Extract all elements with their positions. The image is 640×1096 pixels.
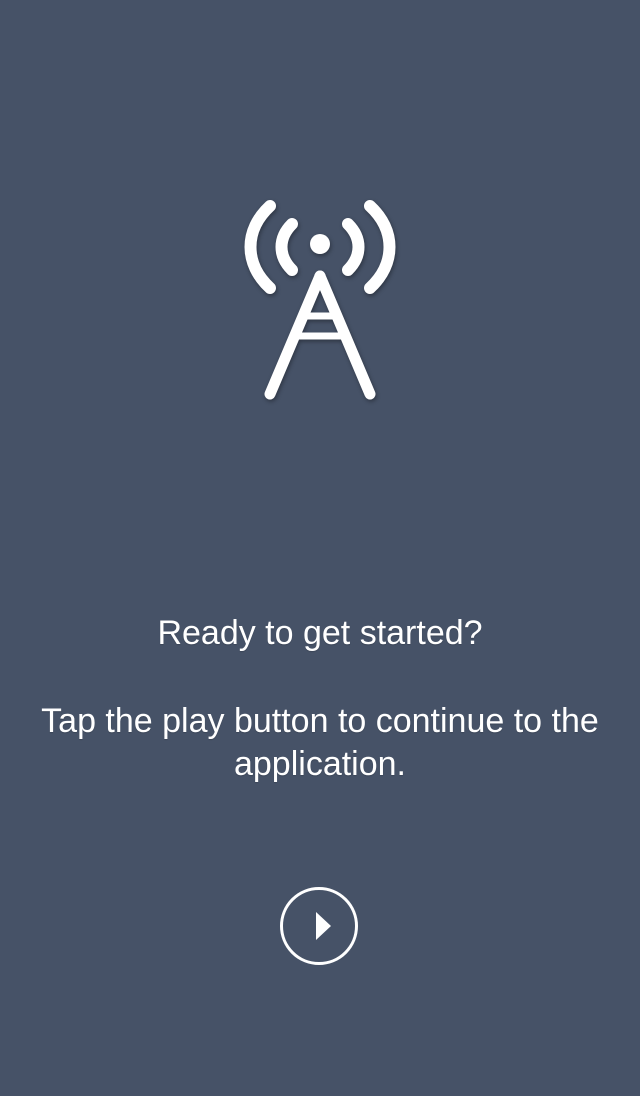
onboarding-screen: Ready to get started? Tap the play butto… [0, 0, 640, 1096]
radio-tower-icon [230, 190, 410, 410]
play-button[interactable] [280, 887, 358, 965]
play-icon [316, 912, 331, 940]
headline-text: Ready to get started? [157, 614, 483, 652]
instruction-text: Tap the play button to continue to the a… [41, 702, 599, 783]
